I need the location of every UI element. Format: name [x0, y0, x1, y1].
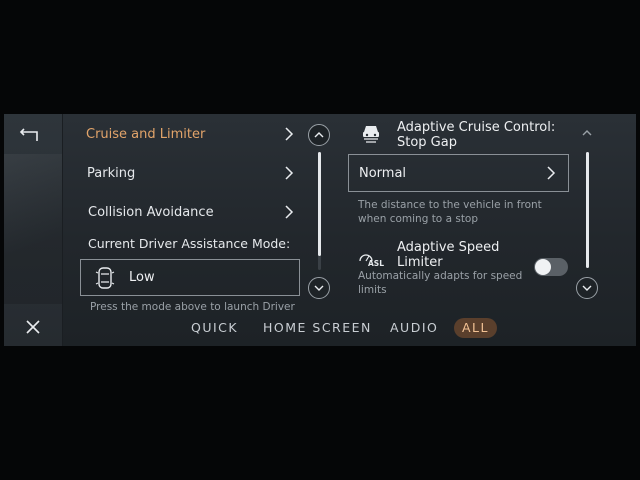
scroll-track[interactable]	[586, 152, 589, 268]
back-arrow-icon	[19, 128, 38, 141]
asl-icon-text: ASL	[368, 259, 384, 268]
settings-menu: Cruise and Limiter Parking Collision Avo…	[80, 114, 312, 314]
car-top-view-icon	[95, 266, 115, 289]
chevron-down-icon	[314, 285, 324, 291]
adaptive-speed-limiter-toggle[interactable]	[534, 258, 568, 276]
scroll-up-button[interactable]	[576, 122, 598, 144]
tab-audio[interactable]: AUDIO	[390, 318, 438, 338]
tab-quick[interactable]: QUICK	[191, 318, 238, 338]
stop-gap-selector[interactable]: Normal	[348, 154, 569, 192]
rail-shade	[4, 154, 62, 304]
side-rail	[4, 114, 63, 346]
right-scrollbar[interactable]	[576, 122, 600, 302]
menu-item-cruise-and-limiter[interactable]: Cruise and Limiter	[80, 118, 300, 150]
bottom-tab-bar: QUICK HOME SCREEN AUDIO ALL	[4, 314, 636, 346]
infotainment-screen: Cruise and Limiter Parking Collision Avo…	[4, 114, 636, 346]
menu-item-label: Cruise and Limiter	[86, 126, 206, 142]
toggle-knob	[535, 259, 551, 275]
scroll-down-button[interactable]	[308, 277, 330, 299]
driver-mode-hint: Press the mode above to launch Driver	[90, 301, 295, 313]
menu-item-collision-avoidance[interactable]: Collision Avoidance	[80, 196, 300, 228]
menu-item-label: Collision Avoidance	[88, 204, 214, 220]
tab-all[interactable]: ALL	[454, 318, 497, 338]
driver-assistance-mode-button[interactable]: Low	[80, 259, 300, 296]
scroll-down-button[interactable]	[576, 277, 598, 299]
chevron-right-icon	[285, 127, 294, 141]
adaptive-speed-limiter-description: Automatically adapts for speed limits	[358, 270, 523, 296]
chevron-right-icon	[285, 166, 294, 180]
chevron-up-icon	[314, 132, 324, 138]
acc-stop-gap-title: Adaptive Cruise Control: Stop Gap	[397, 120, 556, 150]
speed-limiter-icon: ASL	[358, 248, 386, 270]
cruise-settings-panel: Adaptive Cruise Control: Stop Gap Normal…	[348, 114, 580, 314]
chevron-down-icon	[582, 285, 592, 291]
menu-item-label: Parking	[87, 165, 136, 181]
stop-gap-value: Normal	[359, 165, 407, 181]
scroll-track[interactable]	[318, 152, 321, 270]
driver-assistance-mode-heading: Current Driver Assistance Mode:	[88, 236, 291, 251]
back-button[interactable]	[16, 124, 44, 146]
chevron-up-icon	[582, 130, 592, 136]
scroll-thumb[interactable]	[586, 152, 589, 268]
chevron-right-icon	[285, 205, 294, 219]
scroll-thumb[interactable]	[318, 152, 321, 256]
driver-assistance-mode-value: Low	[129, 270, 155, 285]
left-scrollbar[interactable]	[308, 124, 332, 302]
scroll-up-button[interactable]	[308, 124, 330, 146]
adaptive-cruise-icon	[363, 126, 379, 143]
menu-item-parking[interactable]: Parking	[80, 157, 300, 189]
adaptive-speed-limiter-title: Adaptive Speed Limiter	[397, 240, 500, 270]
stop-gap-description: The distance to the vehicle in front whe…	[358, 199, 542, 225]
chevron-right-icon	[547, 166, 556, 180]
tab-home-screen[interactable]: HOME SCREEN	[263, 318, 372, 338]
